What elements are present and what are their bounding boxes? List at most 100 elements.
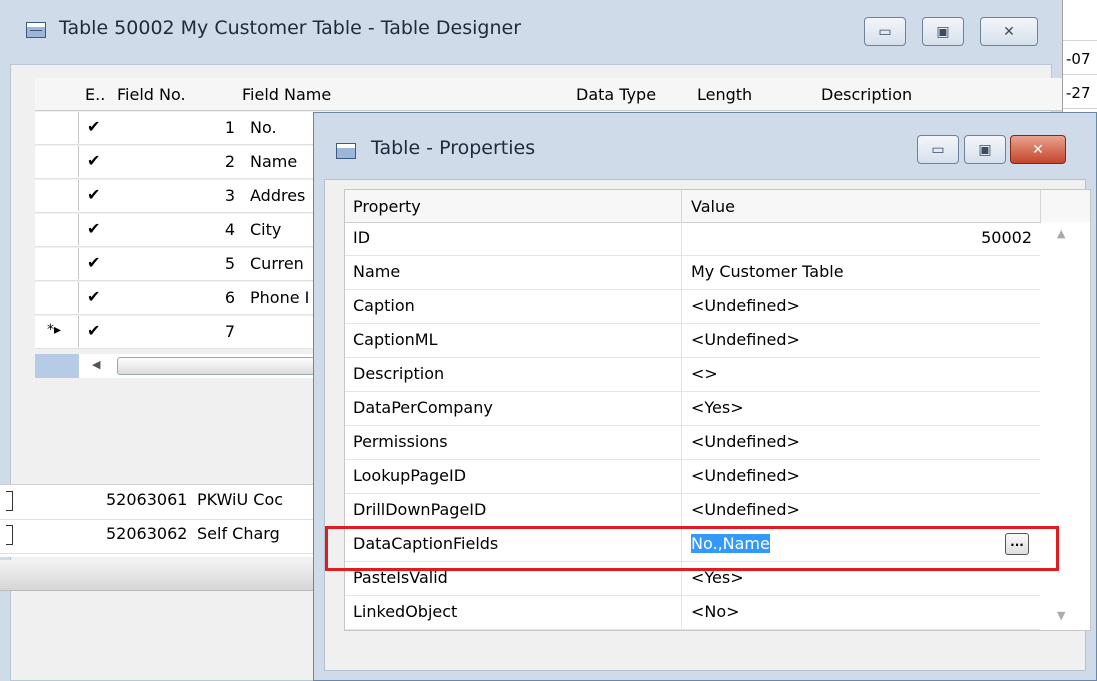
minimize-icon: ▭ [878,23,892,40]
row-marker-icon [6,525,13,545]
enabled-check-icon[interactable]: ✔ [87,321,100,340]
column-length[interactable]: Length [697,85,752,104]
field-no: 1 [224,118,235,137]
property-value[interactable]: <Undefined> [691,432,800,451]
row-selector[interactable] [35,214,79,245]
property-row-permissions[interactable]: Permissions <Undefined> [345,426,1040,460]
scroll-corner [35,354,79,378]
row-selector[interactable]: *▸ [35,316,79,347]
divider [1063,108,1097,109]
maximize-button[interactable]: ▣ [922,17,964,46]
column-divider[interactable] [681,190,682,222]
enabled-check-icon[interactable]: ✔ [87,117,100,136]
divider [681,460,682,494]
field-name[interactable]: No. [250,118,277,137]
enabled-check-icon[interactable]: ✔ [87,253,100,272]
enabled-check-icon[interactable]: ✔ [87,151,100,170]
divider [1063,40,1097,41]
property-row-linkedobject[interactable]: LinkedObject <No> [345,596,1040,630]
scroll-left-icon[interactable]: ◀ [92,358,100,371]
row-selector[interactable] [35,146,79,177]
scroll-up-icon[interactable]: ▲ [1057,227,1065,240]
field-no: 3 [224,186,235,205]
field-row-new[interactable]: *▸ ✔ 7 [35,316,325,349]
close-button[interactable]: ✕ [980,17,1038,46]
property-row-captionml[interactable]: CaptionML <Undefined> [345,324,1040,358]
field-no: 5 [224,254,235,273]
field-no: 6 [224,288,235,307]
column-value[interactable]: Value [691,197,735,216]
field-row[interactable]: ✔ 1 No. [35,112,325,145]
field-name[interactable]: Name [250,152,297,171]
property-value[interactable]: My Customer Table [691,262,844,281]
property-row-caption[interactable]: Caption <Undefined> [345,290,1040,324]
row-selector[interactable] [35,112,79,143]
field-row[interactable]: ✔ 3 Addres [35,180,325,213]
designer-title: Table 50002 My Customer Table - Table De… [59,17,522,39]
maximize-button[interactable]: ▣ [964,135,1006,164]
field-name[interactable]: City [250,220,281,239]
field-row[interactable]: ✔ 4 City [35,214,325,247]
property-value[interactable]: <Undefined> [691,500,800,519]
property-value[interactable]: <Undefined> [691,330,800,349]
property-row-name[interactable]: Name My Customer Table [345,256,1040,290]
property-name: Description [353,364,445,383]
divider [681,426,682,460]
field-no: 4 [224,220,235,239]
scroll-down-icon[interactable]: ▼ [1057,609,1065,622]
row-selector[interactable] [35,248,79,279]
divider [1063,74,1097,75]
property-name: ID [353,228,371,247]
property-value[interactable]: <Yes> [691,398,744,417]
list-item[interactable]: 52063061 PKWiU Coc [0,485,320,520]
column-field-no[interactable]: Field No. [117,85,186,104]
minimize-button[interactable]: ▭ [864,17,906,46]
field-name[interactable]: Phone I [250,288,309,307]
enabled-check-icon[interactable]: ✔ [87,185,100,204]
scroll-thumb[interactable] [117,357,325,375]
property-row-lookuppageid[interactable]: LookupPageID <Undefined> [345,460,1040,494]
property-value[interactable]: <No> [691,602,740,621]
property-name: LookupPageID [353,466,467,485]
properties-title: Table - Properties [371,137,536,159]
list-item[interactable]: 52063062 Self Charg [0,519,320,554]
property-row-datapercompany[interactable]: DataPerCompany <Yes> [345,392,1040,426]
background-scrollbar[interactable] [0,560,320,591]
enabled-check-icon[interactable]: ✔ [87,287,100,306]
list-item-code: 52063061 [106,490,188,509]
enabled-check-icon[interactable]: ✔ [87,219,100,238]
divider [681,494,682,528]
horizontal-scrollbar[interactable]: ◀ [35,354,325,378]
divider [681,358,682,392]
column-property[interactable]: Property [353,197,421,216]
property-value[interactable]: <> [691,364,718,383]
field-name[interactable]: Curren [250,254,304,273]
property-value[interactable]: 50002 [981,228,1032,247]
property-value[interactable]: <Undefined> [691,466,800,485]
close-button[interactable]: ✕ [1010,135,1066,164]
close-icon: ✕ [1003,23,1015,40]
divider [681,256,682,290]
minimize-button[interactable]: ▭ [917,135,959,164]
property-row-id[interactable]: ID 50002 [345,222,1040,256]
column-data-type[interactable]: Data Type [576,85,656,104]
property-name: CaptionML [353,330,438,349]
row-selector[interactable] [35,282,79,313]
property-row-drilldownpageid[interactable]: DrillDownPageID <Undefined> [345,494,1040,528]
column-description[interactable]: Description [821,85,912,104]
property-value[interactable]: <Undefined> [691,296,800,315]
field-row[interactable]: ✔ 6 Phone I [35,282,325,315]
property-name: DrillDownPageID [353,500,487,519]
maximize-icon: ▣ [978,141,992,158]
property-row-description[interactable]: Description <> [345,358,1040,392]
new-row-marker-icon: *▸ [47,322,62,338]
field-row[interactable]: ✔ 2 Name [35,146,325,179]
designer-titlebar[interactable]: Table 50002 My Customer Table - Table De… [0,0,1062,64]
divider [681,324,682,358]
row-selector[interactable] [35,180,79,211]
column-enabled[interactable]: E.. [85,85,105,104]
field-row[interactable]: ✔ 5 Curren [35,248,325,281]
field-no: 2 [224,152,235,171]
column-field-name[interactable]: Field Name [242,85,331,104]
field-name[interactable]: Addres [250,186,305,205]
